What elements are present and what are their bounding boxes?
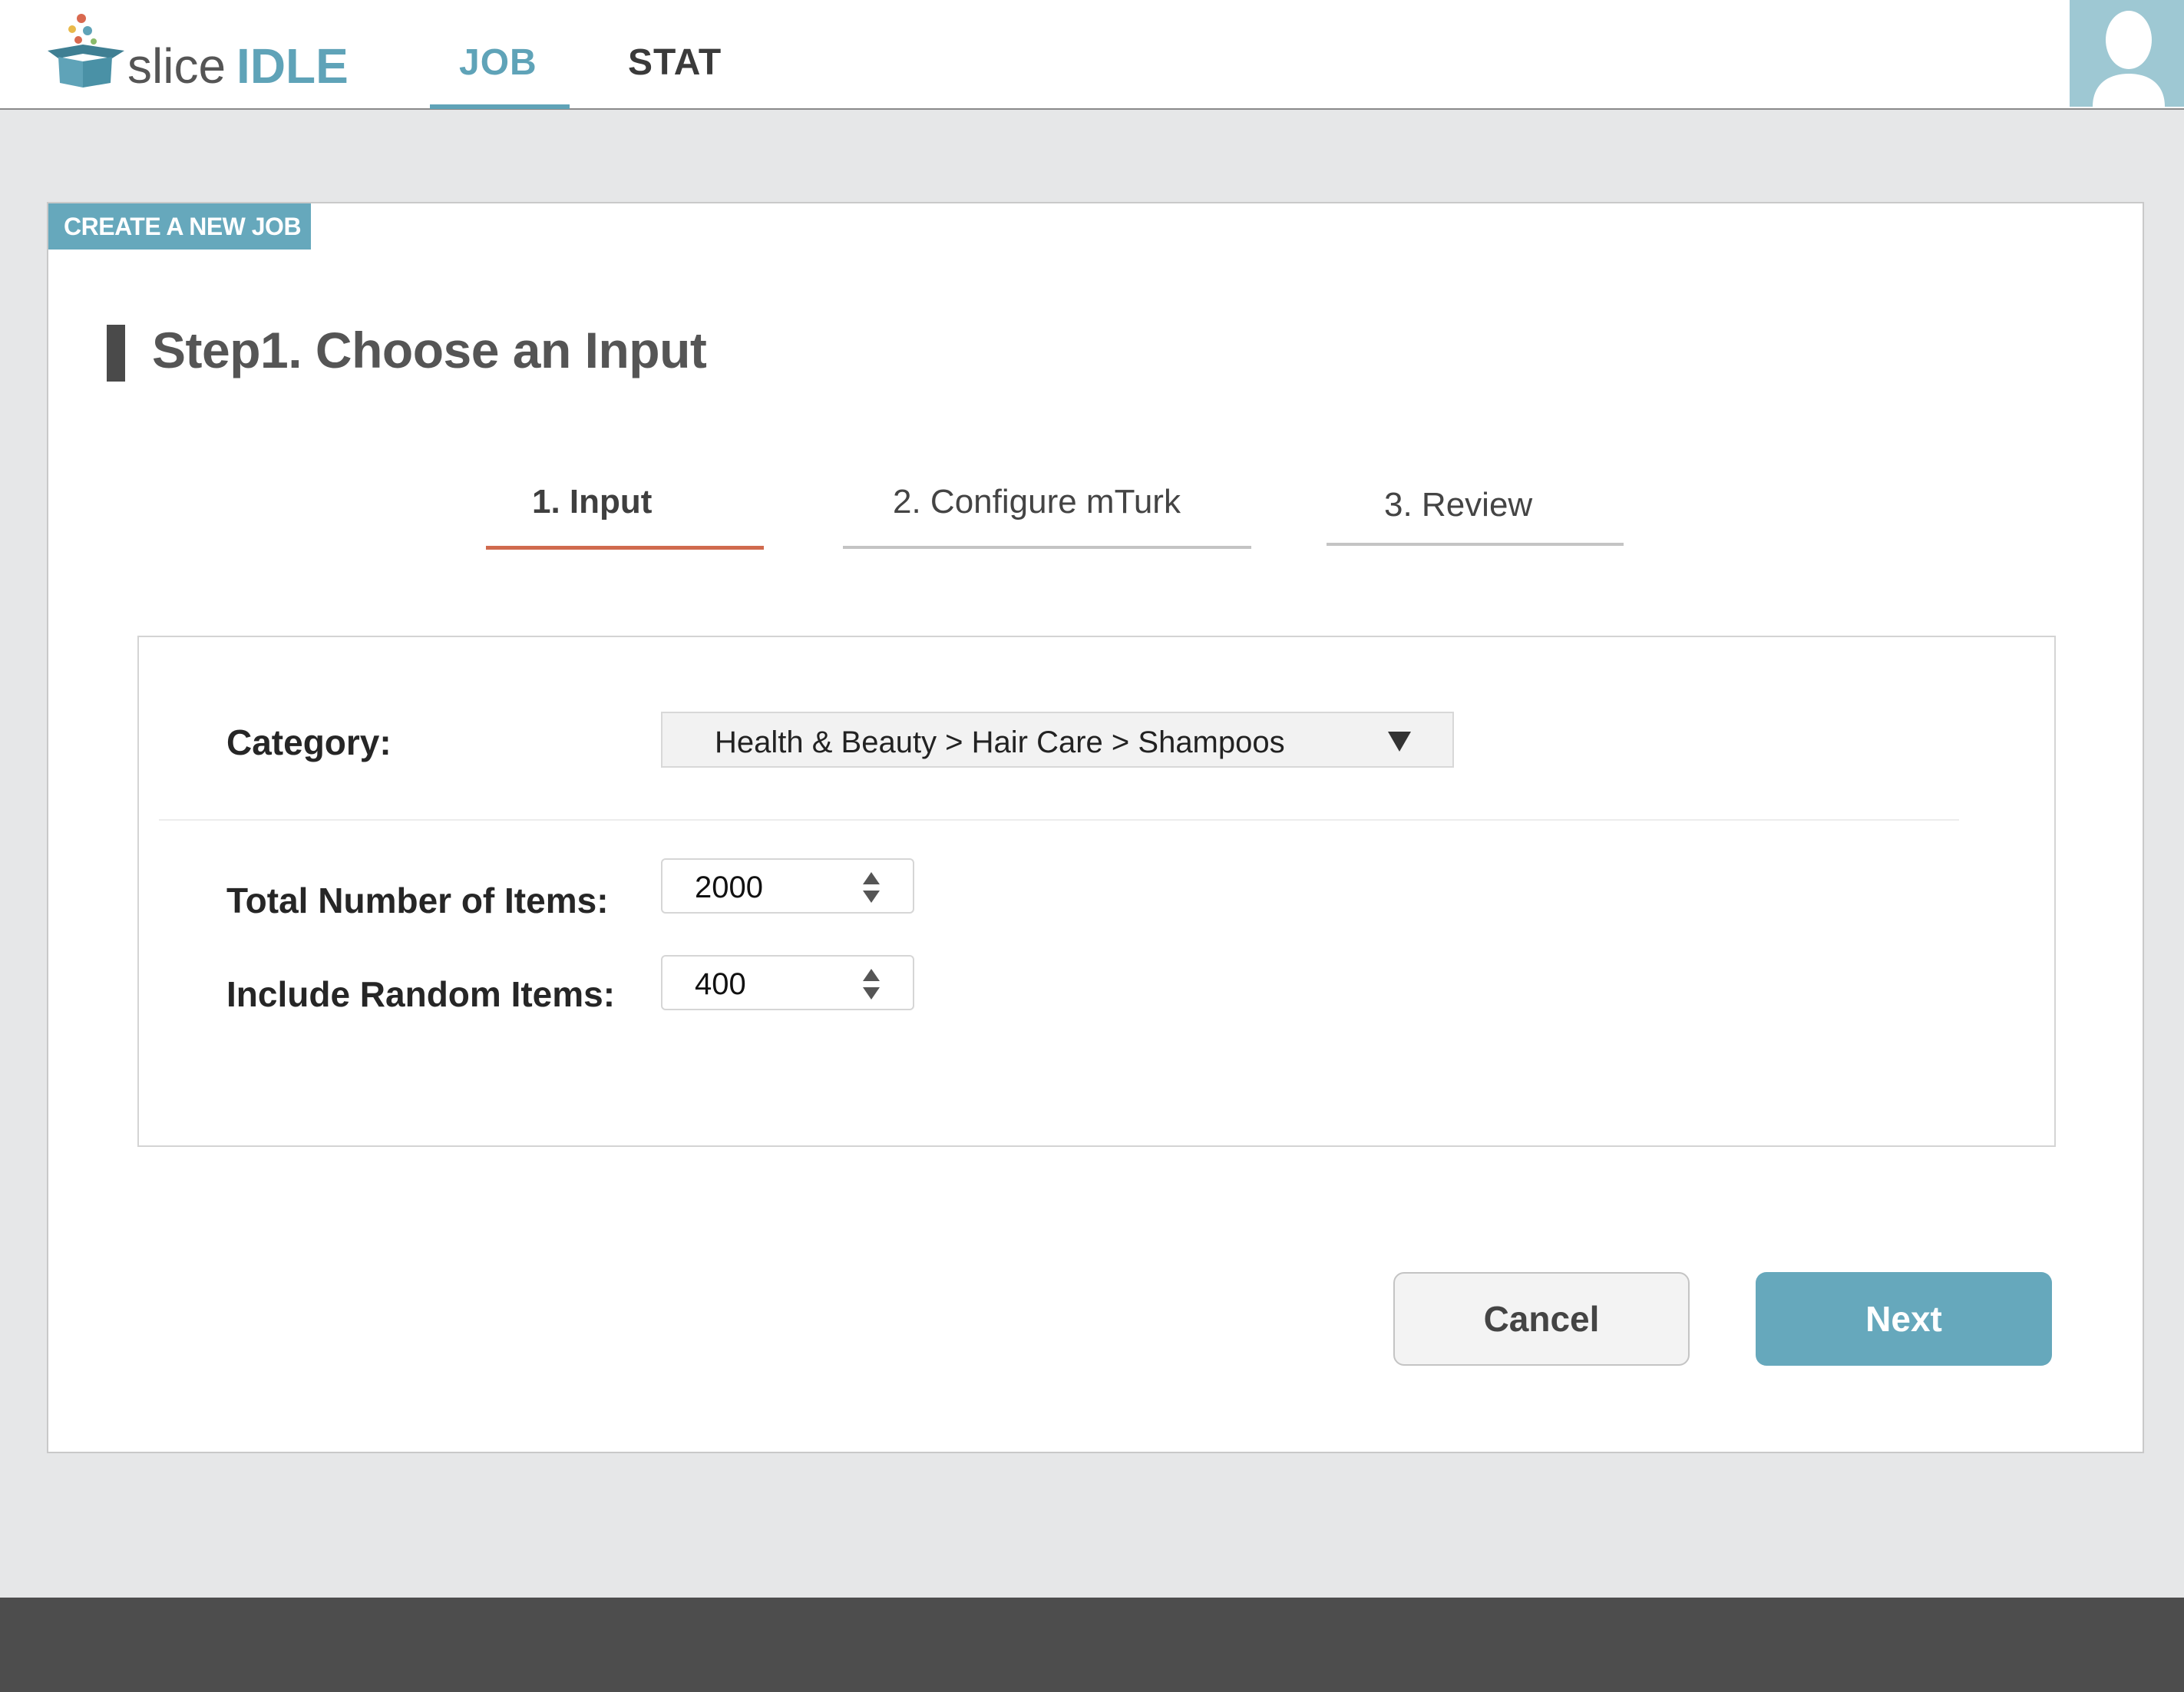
logo-accent: IDLE [236, 38, 349, 94]
stepper-arrows-icon[interactable] [862, 872, 881, 903]
nav-tab-stat[interactable]: STAT [628, 45, 722, 81]
total-items-label: Total Number of Items: [226, 881, 609, 920]
card-tag: CREATE A NEW JOB [48, 203, 311, 250]
user-avatar[interactable] [2070, 0, 2184, 107]
random-items-stepper[interactable]: 400 [661, 955, 914, 1010]
logo-word: slice [127, 38, 226, 94]
user-avatar-icon [2093, 11, 2165, 107]
page-footer [0, 1598, 2184, 1692]
wizard-step-review-underline [1327, 543, 1624, 546]
category-selected-value: Health & Beauty > Hair Care > Shampoos [715, 725, 1285, 759]
logo-box-icon [48, 14, 124, 88]
random-items-label: Include Random Items: [226, 974, 616, 1014]
wizard-step-input-underline [486, 546, 764, 550]
category-select[interactable]: Health & Beauty > Hair Care > Shampoos [661, 712, 1454, 768]
dropdown-arrow-icon [1388, 732, 1411, 752]
total-items-value: 2000 [695, 871, 763, 904]
wizard-step-configure-underline [843, 546, 1251, 549]
top-navigation-bar: slice IDLE JOB STAT [0, 0, 2184, 110]
next-button[interactable]: Next [1756, 1272, 2052, 1366]
form-divider [159, 819, 1959, 821]
nav-tab-job[interactable]: JOB [459, 45, 537, 81]
page-title: Step1. Choose an Input [152, 322, 707, 378]
input-form-panel: Category: Health & Beauty > Hair Care > … [137, 636, 2056, 1147]
stepper-arrows-icon[interactable] [862, 969, 881, 1000]
step-title-marker [107, 325, 125, 382]
wizard-step-review[interactable]: 3. Review [1384, 488, 1532, 522]
cancel-button[interactable]: Cancel [1393, 1272, 1690, 1366]
total-items-stepper[interactable]: 2000 [661, 858, 914, 914]
random-items-value: 400 [695, 967, 746, 1001]
create-job-card: CREATE A NEW JOB Step1. Choose an Input … [47, 202, 2144, 1453]
app-logo[interactable]: slice IDLE [45, 11, 352, 95]
category-label: Category: [226, 722, 392, 762]
nav-active-indicator [430, 104, 570, 109]
wizard-step-input[interactable]: 1. Input [532, 485, 652, 519]
wizard-step-configure-mturk[interactable]: 2. Configure mTurk [893, 485, 1181, 519]
